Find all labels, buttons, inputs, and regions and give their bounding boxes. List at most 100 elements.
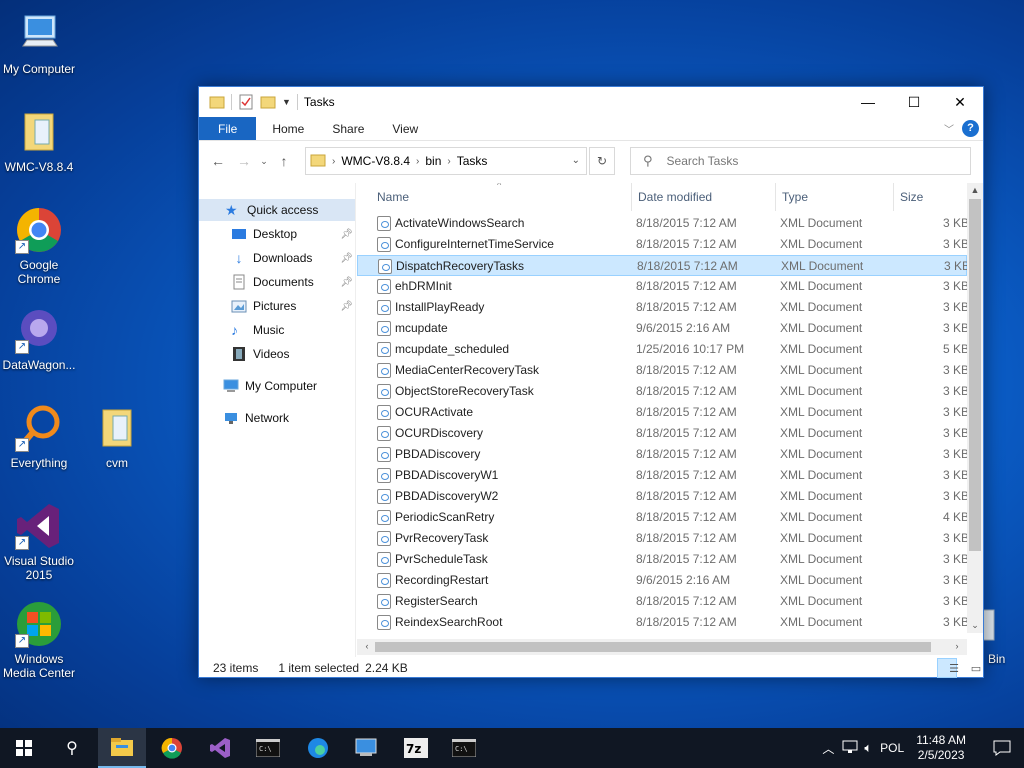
- file-date: 8/18/2015 7:12 AM: [636, 552, 737, 566]
- divider: [296, 94, 298, 110]
- clock[interactable]: 11:48 AM 2/5/2023: [916, 733, 966, 763]
- file-date: 8/18/2015 7:12 AM: [636, 531, 737, 545]
- table-row[interactable]: DispatchRecoveryTasks 8/18/2015 7:12 AM XM…: [357, 255, 970, 276]
- table-row[interactable]: PBDADiscoveryW1 8/18/2015 7:12 AM XML Docu…: [357, 465, 969, 486]
- language-indicator[interactable]: POL: [880, 741, 904, 755]
- table-row[interactable]: PBDADiscovery 8/18/2015 7:12 AM XML Docume…: [357, 444, 969, 465]
- taskbar-file-explorer[interactable]: [98, 728, 146, 768]
- desktop-icon-datawagon[interactable]: ↗ DataWagon...: [0, 306, 78, 372]
- column-header-type[interactable]: Type: [776, 183, 894, 211]
- table-row[interactable]: ConfigureInternetTimeService 8/18/2015 7:…: [357, 234, 969, 255]
- column-header-date[interactable]: Date modified: [632, 183, 776, 211]
- nav-music[interactable]: ♪ Music: [231, 319, 353, 341]
- large-icons-view-button[interactable]: ▭: [959, 658, 981, 678]
- taskbar-console-1[interactable]: C:\: [244, 728, 292, 768]
- breadcrumb-segment[interactable]: bin: [425, 154, 441, 168]
- column-header-size[interactable]: Size: [894, 183, 974, 211]
- volume-icon[interactable]: 🔈︎: [864, 740, 872, 756]
- new-folder-icon[interactable]: [260, 94, 276, 110]
- table-row[interactable]: RegisterSearch 8/18/2015 7:12 AM XML Docum…: [357, 591, 969, 612]
- table-row[interactable]: ActivateWindowsSearch 8/18/2015 7:12 AM XM…: [357, 213, 969, 234]
- table-row[interactable]: ehDRMInit 8/18/2015 7:12 AM XML Document 3 …: [357, 276, 969, 297]
- scroll-left-icon[interactable]: ‹: [359, 641, 375, 651]
- help-icon[interactable]: ?: [962, 120, 979, 137]
- nav-documents[interactable]: Documents 📌︎: [231, 271, 353, 293]
- search-button[interactable]: ⚲: [48, 728, 96, 768]
- table-row[interactable]: ObjectStoreRecoveryTask 8/18/2015 7:12 AM…: [357, 381, 969, 402]
- vertical-scroll-thumb[interactable]: [969, 199, 981, 551]
- refresh-button[interactable]: ↻: [589, 147, 615, 175]
- column-header-name[interactable]: Name: [371, 183, 632, 211]
- start-button[interactable]: [0, 728, 48, 768]
- table-row[interactable]: ReindexSearchRoot 8/18/2015 7:12 AM XML Do…: [357, 612, 969, 633]
- details-view-button[interactable]: ☰: [937, 658, 959, 678]
- tab-file[interactable]: File: [199, 117, 257, 140]
- search-input[interactable]: ⚲ Search Tasks: [630, 147, 971, 175]
- nav-network[interactable]: Network: [223, 407, 353, 429]
- scroll-right-icon[interactable]: ›: [949, 641, 965, 651]
- table-row[interactable]: PBDADiscoveryW2 8/18/2015 7:12 AM XML Docu…: [357, 486, 969, 507]
- taskbar-7zip[interactable]: 7z: [392, 728, 440, 768]
- back-button[interactable]: ←: [205, 153, 231, 169]
- expand-ribbon-icon[interactable]: ﹀: [944, 121, 954, 136]
- action-center-button[interactable]: [980, 728, 1024, 768]
- network-icon[interactable]: [842, 740, 858, 757]
- title-bar[interactable]: ▼ Tasks — ☐ ✕: [199, 87, 983, 117]
- vertical-scrollbar[interactable]: ▲ ⌄: [967, 183, 983, 633]
- nav-quick-access[interactable]: ★ Quick access: [199, 199, 355, 221]
- tab-view[interactable]: View: [378, 117, 432, 140]
- taskbar-chrome[interactable]: [148, 728, 196, 768]
- taskbar-console-2[interactable]: C:\: [440, 728, 488, 768]
- nav-pictures[interactable]: Pictures 📌︎: [231, 295, 353, 317]
- table-row[interactable]: PvrRecoveryTask 8/18/2015 7:12 AM XML Docu…: [357, 528, 969, 549]
- breadcrumb-segment[interactable]: Tasks: [457, 154, 488, 168]
- desktop-icon-everything[interactable]: ↗ Everything: [0, 404, 78, 470]
- desktop-icon-cvm[interactable]: cvm: [78, 404, 156, 470]
- pin-icon[interactable]: 📌︎: [340, 301, 353, 312]
- nav-downloads[interactable]: ↓ Downloads 📌︎: [231, 247, 354, 269]
- desktop-icon-visual-studio[interactable]: ↗ Visual Studio 2015: [0, 502, 78, 582]
- table-row[interactable]: mcupdate 9/6/2015 2:16 AM XML Document 3 KB: [357, 318, 969, 339]
- taskbar-visual-studio[interactable]: [196, 728, 244, 768]
- taskbar-edge[interactable]: [294, 728, 342, 768]
- nav-my-computer[interactable]: My Computer: [223, 375, 353, 397]
- desktop-icon-wmc[interactable]: ↗ Windows Media Center: [0, 600, 78, 680]
- table-row[interactable]: OCURDiscovery 8/18/2015 7:12 AM XML Docume…: [357, 423, 969, 444]
- address-box[interactable]: › WMC-V8.8.4 › bin › Tasks ⌄: [305, 147, 587, 175]
- pin-icon[interactable]: 📌︎: [340, 253, 353, 264]
- customize-toolbar-icon[interactable]: ▼: [282, 97, 291, 107]
- table-row[interactable]: OCURActivate 8/18/2015 7:12 AM XML Documen…: [357, 402, 969, 423]
- up-button[interactable]: ↑: [271, 153, 297, 169]
- tab-share[interactable]: Share: [318, 117, 378, 140]
- desktop-icon-wmc-folder[interactable]: WMC-V8.8.4: [0, 108, 78, 174]
- xml-file-icon: [377, 237, 391, 252]
- forward-button[interactable]: →: [231, 153, 257, 169]
- desktop-icon-my-computer[interactable]: My Computer: [0, 10, 78, 76]
- table-row[interactable]: MediaCenterRecoveryTask 8/18/2015 7:12 AM…: [357, 360, 969, 381]
- close-button[interactable]: ✕: [937, 87, 983, 117]
- nav-desktop[interactable]: Desktop 📌︎: [231, 223, 353, 245]
- table-row[interactable]: mcupdate_scheduled 1/25/2016 10:17 PM XML …: [357, 339, 969, 360]
- breadcrumb-segment[interactable]: WMC-V8.8.4: [341, 154, 410, 168]
- chevron-down-icon[interactable]: ⌄: [572, 155, 580, 166]
- minimize-button[interactable]: —: [845, 87, 891, 117]
- properties-icon[interactable]: [238, 94, 254, 110]
- taskbar-remote-app[interactable]: [342, 728, 390, 768]
- scroll-up-icon[interactable]: ▲: [967, 185, 983, 195]
- tab-home[interactable]: Home: [256, 117, 318, 140]
- pin-icon[interactable]: 📌︎: [340, 277, 353, 288]
- file-rows: ActivateWindowsSearch 8/18/2015 7:12 AM XM…: [357, 213, 970, 633]
- table-row[interactable]: RecordingRestart 9/6/2015 2:16 AM XML Docu…: [357, 570, 969, 591]
- scroll-down-icon[interactable]: ⌄: [967, 620, 983, 631]
- table-row[interactable]: PeriodicScanRetry 8/18/2015 7:12 AM XML Do…: [357, 507, 969, 528]
- maximize-button[interactable]: ☐: [891, 87, 937, 117]
- table-row[interactable]: InstallPlayReady 8/18/2015 7:12 AM XML Doc…: [357, 297, 969, 318]
- horizontal-scroll-thumb[interactable]: [375, 642, 931, 652]
- horizontal-scrollbar[interactable]: ‹ ›: [357, 639, 967, 655]
- pin-icon[interactable]: 📌︎: [340, 229, 353, 240]
- table-row[interactable]: PvrScheduleTask 8/18/2015 7:12 AM XML Docu…: [357, 549, 969, 570]
- recent-locations-button[interactable]: ⌄: [257, 156, 271, 167]
- desktop-icon-chrome[interactable]: ↗ Google Chrome: [0, 206, 78, 286]
- chevron-up-icon[interactable]: ︿: [822, 740, 834, 757]
- nav-videos[interactable]: Videos: [231, 343, 353, 365]
